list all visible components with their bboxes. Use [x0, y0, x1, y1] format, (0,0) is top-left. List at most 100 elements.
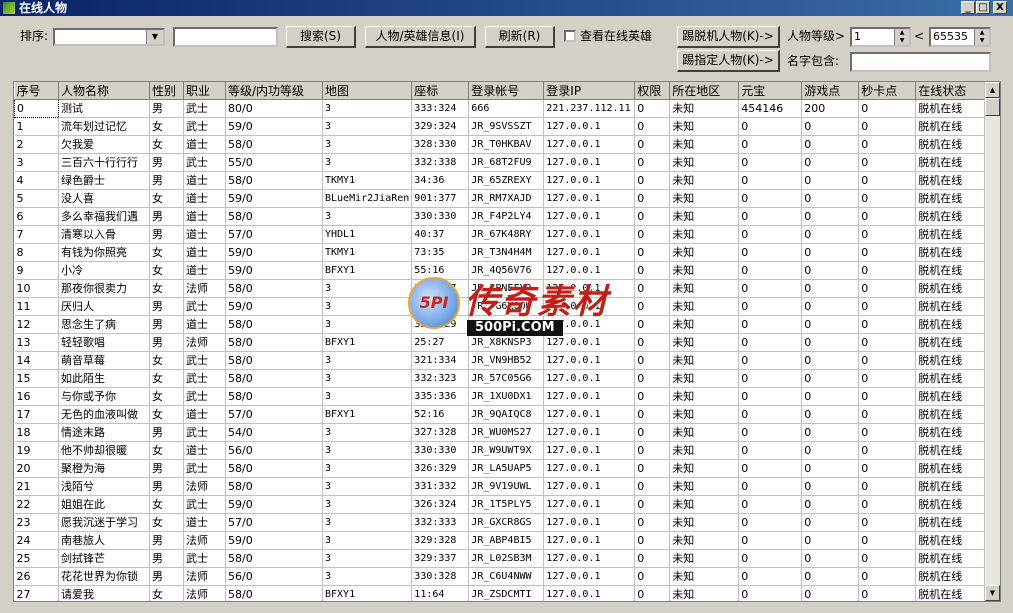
table-cell: 0 — [801, 459, 860, 478]
refresh-button[interactable]: 刷新(R) — [485, 26, 555, 48]
table-row[interactable]: 15 如此陌生女武士 58/0 3 332:323 JR_57C05G6 127.0.0.1… — [14, 369, 987, 388]
table-row[interactable]: 4 绿色爵士男道士 58/0 TKMY1 34:36 JR_65ZREXY 127.0.0.… — [14, 171, 987, 190]
table-cell: 15 — [14, 369, 59, 388]
table-cell: 脱机在线 — [915, 459, 987, 478]
table-cell: 脱机在线 — [915, 531, 987, 550]
column-header[interactable]: 秒卡点 — [858, 82, 917, 100]
table-cell: 321:334 — [411, 351, 470, 370]
close-button[interactable]: X — [993, 1, 1007, 14]
table-cell: 未知 — [669, 423, 740, 442]
table-cell: 男 — [149, 207, 184, 226]
search-input[interactable] — [173, 27, 278, 47]
table-cell: 思念生了病 — [58, 315, 150, 334]
table-cell: 未知 — [669, 189, 740, 208]
column-header[interactable]: 游戏点 — [801, 82, 860, 100]
table-row[interactable]: 21 浅陌兮男法师 58/0 3 331:332 JR_9V19UWL 127.0.0.1 0… — [14, 477, 987, 496]
vertical-scrollbar[interactable]: ▲ ▼ — [984, 82, 1000, 601]
table-cell: 0 — [801, 171, 860, 190]
table-row[interactable]: 22 姐姐在此女武士 59/0 3 326:324 JR_1T5PLY5 127.0.0.1… — [14, 495, 987, 514]
table-row[interactable]: 12 思念生了病男道士 58/0 3 330:329 JR_TURL89T 127.0.0.… — [14, 315, 987, 334]
table-cell: 小冷 — [58, 261, 150, 280]
table-row[interactable]: 16 与你或予你女武士 58/0 3 335:336 JR_1XU0DX1 127.0.0.… — [14, 387, 987, 406]
table-row[interactable]: 11 厌归人男武士 59/0 3 332:331 JR_4G6K0OU 127.0.0.1 0… — [14, 297, 987, 316]
table-row[interactable]: 0 测试男武士 80/0 3 333:324 666 221.237.112.11 0 未知 45… — [14, 99, 987, 118]
level-min-spinner[interactable]: 1 ▲ ▼ — [850, 27, 911, 47]
table-row[interactable]: 26 花花世界为你锁男法师 56/0 3 330:328 JR_C6U4NWW 127.0.… — [14, 567, 987, 586]
window-title: 在线人物 — [19, 1, 68, 15]
title-bar: 在线人物 _ □ X — [0, 0, 1013, 16]
hero-info-button[interactable]: 人物/英雄信息(I) — [365, 26, 476, 48]
column-header[interactable]: 所在地区 — [669, 82, 740, 100]
chevron-down-icon[interactable]: ▼ — [146, 30, 163, 44]
scroll-up-icon[interactable]: ▲ — [985, 82, 1000, 98]
name-contains-input[interactable] — [850, 52, 991, 72]
table-cell: 0 — [738, 333, 803, 352]
table-cell: 女 — [149, 441, 184, 460]
spin-down-icon[interactable]: ▼ — [974, 37, 989, 45]
table-row[interactable]: 20 聚橙为海男武士 58/0 3 326:329 JR_LA5UAP5 127.0.0.1… — [14, 459, 987, 478]
column-header[interactable]: 地图 — [322, 82, 413, 100]
table-cell: 0 — [858, 423, 917, 442]
column-header[interactable]: 序号 — [14, 82, 59, 100]
table-row[interactable]: 23 愿我沉迷于学习女道士 57/0 3 332:333 JR_GXCR8GS 127.0.… — [14, 513, 987, 532]
column-header[interactable]: 性别 — [149, 82, 184, 100]
table-row[interactable]: 14 萌音草莓女武士 58/0 3 321:334 JR_VN9HB52 127.0.0.1… — [14, 351, 987, 370]
scroll-thumb[interactable] — [985, 98, 1000, 116]
view-heroes-checkbox[interactable] — [564, 30, 576, 42]
spin-up-icon[interactable]: ▲ — [974, 29, 989, 37]
table-cell: 未知 — [669, 99, 740, 118]
table-cell: JR_ABP4BI5 — [468, 531, 545, 550]
table-cell: 3 — [322, 117, 413, 136]
table-row[interactable]: 24 南巷旅人男法师 59/0 3 329:328 JR_ABP4BI5 127.0.0.1… — [14, 531, 987, 550]
kick-specified-button[interactable]: 踢指定人物(K)-> — [677, 50, 780, 72]
column-header[interactable]: 登录帐号 — [468, 82, 545, 100]
table-cell: 脱机在线 — [915, 207, 987, 226]
search-button[interactable]: 搜索(S) — [286, 26, 356, 48]
table-cell: 0 — [801, 315, 860, 334]
column-header[interactable]: 权限 — [634, 82, 671, 100]
table-cell: 127.0.0.1 — [543, 171, 636, 190]
table-cell: 未知 — [669, 387, 740, 406]
column-header[interactable]: 座标 — [411, 82, 470, 100]
sort-dropdown[interactable]: ▼ — [53, 28, 165, 46]
maximize-button[interactable]: □ — [976, 1, 990, 14]
table-row[interactable]: 18 情途末路男武士 54/0 3 327:328 JR_WU0MS27 127.0.0.1… — [14, 423, 987, 442]
table-row[interactable]: 1 流年划过记忆女武士 59/0 3 329:324 JR_9SVSSZT 127.0.0.… — [14, 117, 987, 136]
column-header[interactable]: 职业 — [183, 82, 226, 100]
table-cell: 未知 — [669, 279, 740, 298]
spin-up-icon[interactable]: ▲ — [894, 29, 909, 37]
table-cell: 329:324 — [411, 117, 470, 136]
column-header[interactable]: 在线状态 — [915, 82, 987, 100]
table-cell: 0 — [634, 585, 671, 601]
table-cell: 1 — [14, 117, 59, 136]
table-row[interactable]: 9 小冷女道士 59/0 BFXY1 55:16 JR_4Q56V76 127.0.0.1 0… — [14, 261, 987, 280]
table-row[interactable]: 5 没人喜女道士 59/0 BLueMir2JiaRen 901:377 JR_RM7XA… — [14, 189, 987, 208]
table-row[interactable]: 7 清寒以入骨男道士 57/0 YHDL1 40:37 JR_67K48RY 127.0.0… — [14, 225, 987, 244]
column-header[interactable]: 等级/内功等级 — [225, 82, 323, 100]
table-cell: 0 — [738, 225, 803, 244]
column-header[interactable]: 元宝 — [738, 82, 803, 100]
column-header[interactable]: 人物名称 — [58, 82, 150, 100]
table-row[interactable]: 6 多么幸福我们遇男道士 58/0 3 330:330 JR_F4P2LY4 127.0.0… — [14, 207, 987, 226]
minimize-button[interactable]: _ — [961, 1, 975, 14]
table-row[interactable]: 27 请爱我女法师 58/0 BFXY1 11:64 JR_ZSDCMTI 127.0.0.… — [14, 585, 987, 601]
column-header[interactable]: 登录IP — [543, 82, 636, 100]
table-row[interactable]: 2 欠我爱女道士 58/0 3 328:330 JR_T0HKBAV 127.0.0.1 0 未… — [14, 135, 987, 154]
table-row[interactable]: 19 他不帅却很暖女道士 56/0 3 330:330 JR_W9UWT9X 127.0.0… — [14, 441, 987, 460]
table-row[interactable]: 3 三百六十行行行男武士 55/0 3 332:338 JR_68T2FU9 127.0.0… — [14, 153, 987, 172]
table-cell: JR_4G6K0OU — [468, 297, 545, 316]
player-table[interactable]: 序号 人物名称 性别 职业 等级/内功等级 地图 座标 登录帐号 登录IP 权限 所在地区 元宝 游戏点… — [13, 81, 1001, 602]
table-row[interactable]: 10 那夜你很卖力女法师 58/0 3 327:327 JR_3PNEFYR 127.0.0… — [14, 279, 987, 298]
table-row[interactable]: 8 有钱为你照亮女道士 59/0 TKMY1 73:35 JR_T3N4H4M 127.0.… — [14, 243, 987, 262]
table-row[interactable]: 25 剑拭锋芒男武士 58/0 3 329:337 JR_L02SB3M 127.0.0.1… — [14, 549, 987, 568]
table-row[interactable]: 17 无色的血液叫做女道士 57/0 BFXY1 52:16 JR_9QAIQC8 127.… — [14, 405, 987, 424]
table-cell: 无色的血液叫做 — [58, 405, 150, 424]
level-max-spinner[interactable]: 65535 ▲ ▼ — [929, 27, 991, 47]
scroll-down-icon[interactable]: ▼ — [985, 585, 1000, 601]
kick-offline-button[interactable]: 踢脱机人物(K)-> — [677, 26, 780, 48]
table-cell: 3 — [322, 153, 413, 172]
table-row[interactable]: 13 轻轻歌唱男法师 58/0 BFXY1 25:27 JR_X8KNSP3 127.0.0… — [14, 333, 987, 352]
spin-down-icon[interactable]: ▼ — [894, 37, 909, 45]
table-cell: JR_VN9HB52 — [468, 351, 545, 370]
table-cell: 武士 — [183, 459, 226, 478]
